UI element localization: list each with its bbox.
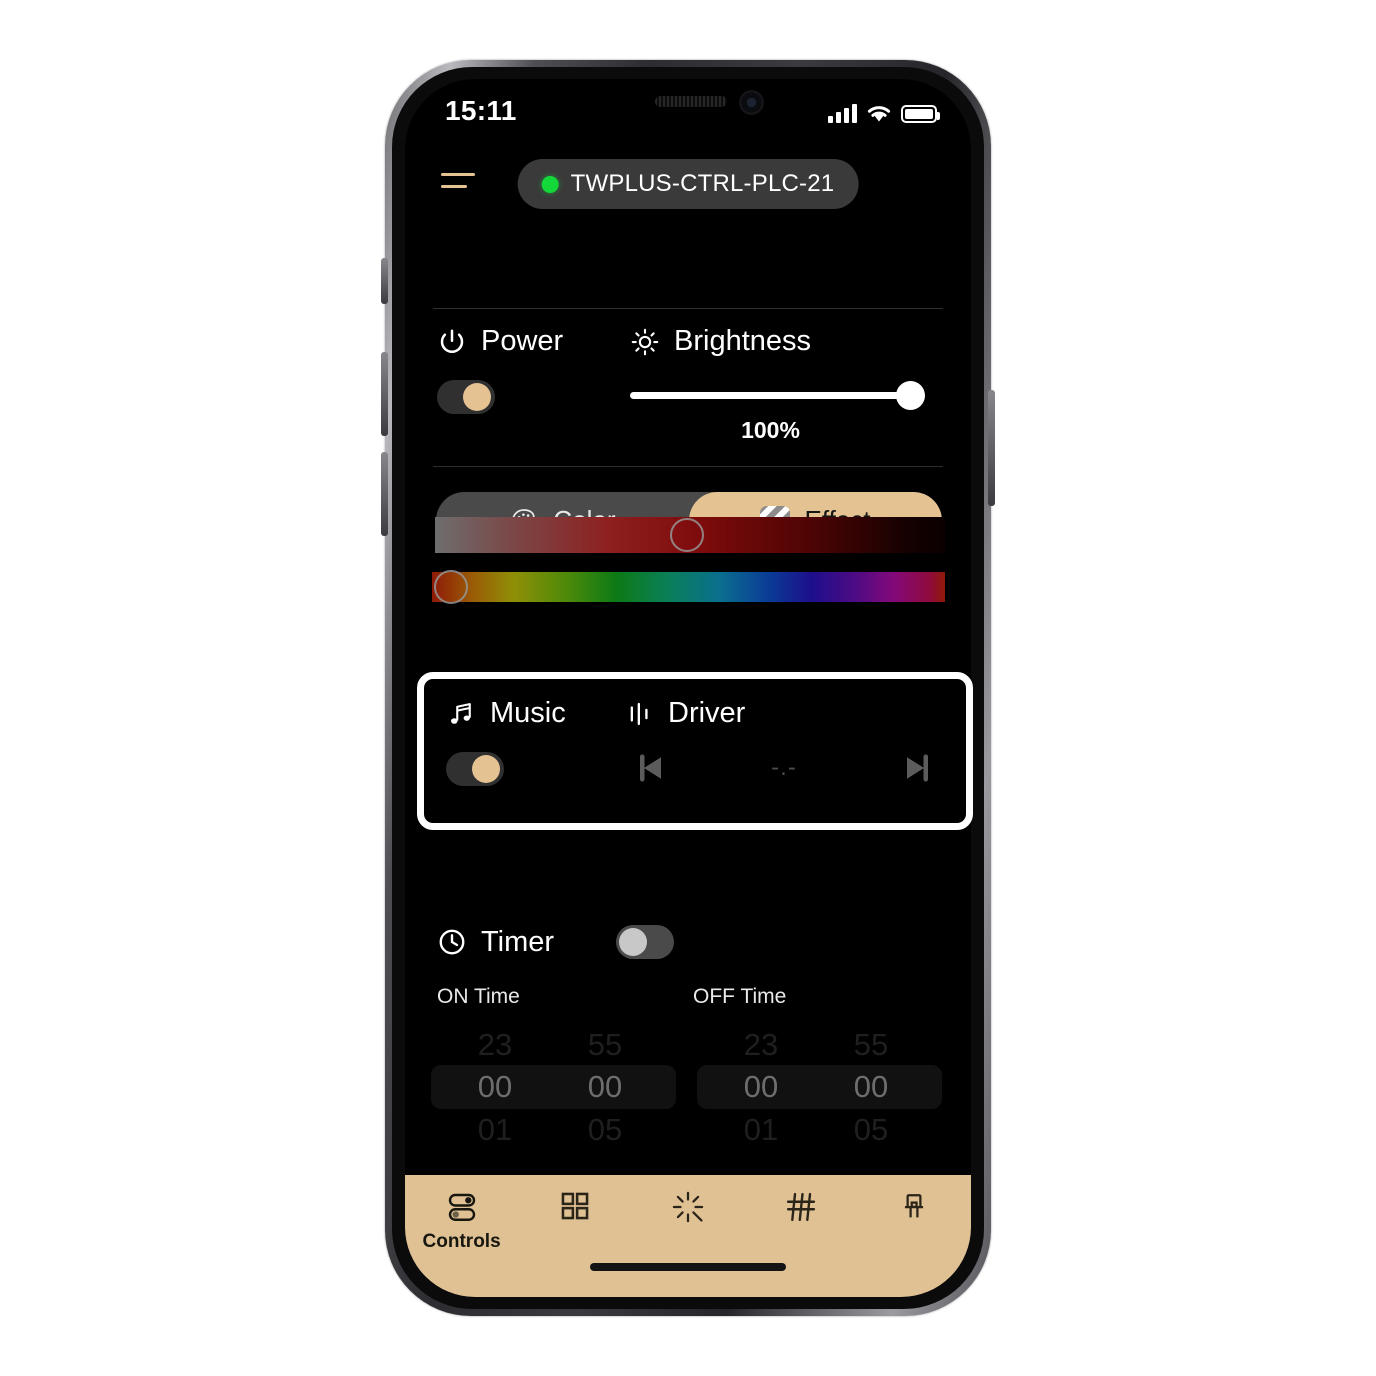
timer-toggle[interactable]: [616, 925, 675, 959]
nav-item-sparkle[interactable]: [631, 1189, 744, 1231]
mesh-grid-icon: [783, 1189, 819, 1225]
volume-up-button[interactable]: [381, 352, 388, 436]
saturation-slider[interactable]: [435, 517, 945, 553]
hue-slider[interactable]: [432, 570, 945, 604]
on-time-hours-wheel[interactable]: 23 00 01: [445, 1024, 545, 1150]
off-minutes-next: 05: [853, 1112, 889, 1147]
power-control: Power: [437, 325, 563, 419]
off-time-minutes-wheel[interactable]: 55 00 05: [821, 1024, 921, 1150]
earpiece-grille: [655, 96, 727, 107]
brightness-label: Brightness: [674, 325, 812, 357]
music-label: Music: [490, 697, 566, 729]
music-label-row: Music: [446, 697, 566, 730]
status-indicators: [828, 99, 940, 123]
hue-slider-handle[interactable]: [434, 570, 468, 604]
bottom-nav: Controls: [405, 1175, 971, 1297]
brightness-control: Brightness 100%: [630, 325, 945, 444]
nav-item-grid[interactable]: [518, 1189, 631, 1229]
screenshot-root: 15:11 TWPLUS-CTRL-PLC-21 Power Brightnes…: [0, 0, 1376, 1376]
device-pill[interactable]: TWPLUS-CTRL-PLC-21: [517, 159, 859, 209]
power-icon: [437, 327, 467, 357]
on-time-picker[interactable]: 23 00 01 55 00 05: [431, 1024, 676, 1147]
sparkle-burst-icon: [670, 1189, 706, 1225]
brightness-value: 100%: [741, 417, 800, 443]
volume-down-button[interactable]: [381, 452, 388, 536]
skip-previous-icon[interactable]: [630, 748, 668, 788]
on-time-minutes-wheel[interactable]: 55 00 05: [555, 1024, 655, 1150]
status-bar: 15:11: [405, 79, 971, 141]
music-note-icon: [446, 699, 476, 729]
off-minutes-prev: 55: [853, 1027, 889, 1062]
sliders-toggles-icon: [444, 1189, 480, 1225]
app-header: TWPLUS-CTRL-PLC-21: [405, 141, 971, 229]
driver-transport: -.-: [626, 748, 950, 788]
led-chip-icon: [897, 1189, 931, 1223]
brightness-label-row: Brightness: [630, 325, 945, 358]
on-minutes-next: 05: [587, 1112, 623, 1147]
clock-icon: [437, 927, 467, 957]
skip-next-icon[interactable]: [900, 748, 938, 788]
connection-status-dot: [541, 175, 559, 193]
home-indicator[interactable]: [590, 1263, 786, 1271]
off-time-picker[interactable]: 23 00 01 55 00 05: [697, 1024, 942, 1147]
nav-item-led[interactable]: [858, 1189, 971, 1229]
saturation-slider-handle[interactable]: [669, 518, 704, 552]
power-toggle[interactable]: [437, 380, 495, 414]
off-hours-next: 01: [743, 1112, 779, 1147]
on-minutes-current: 00: [587, 1069, 623, 1104]
on-minutes-prev: 55: [587, 1027, 623, 1062]
brightness-slider-handle[interactable]: [896, 381, 925, 410]
cellular-bars-icon: [828, 103, 857, 123]
music-control: Music: [446, 697, 566, 791]
front-camera: [739, 90, 764, 115]
time-pickers: 23 00 01 55 00 05 23 00 01 55 00 05: [405, 1024, 971, 1147]
timer-label-row: Timer: [437, 926, 554, 959]
on-hours-prev: 23: [477, 1027, 513, 1062]
device-name: TWPLUS-CTRL-PLC-21: [570, 170, 835, 197]
mute-switch[interactable]: [381, 258, 388, 304]
off-time-hours-wheel[interactable]: 23 00 01: [711, 1024, 811, 1150]
music-toggle[interactable]: [446, 752, 504, 786]
hamburger-menu-icon[interactable]: [441, 173, 475, 197]
driver-label-row: Driver: [626, 697, 950, 730]
driver-label: Driver: [668, 697, 746, 729]
battery-full-icon: [901, 105, 940, 123]
music-driver-panel: Music Driver -.-: [417, 672, 973, 830]
power-label: Power: [481, 325, 564, 357]
nav-item-controls-label: Controls: [422, 1231, 501, 1252]
on-hours-current: 00: [477, 1069, 513, 1104]
nav-item-controls[interactable]: Controls: [405, 1189, 518, 1253]
wifi-icon: [866, 103, 892, 123]
divider-mid: [433, 466, 943, 467]
grid-squares-icon: [558, 1189, 592, 1223]
off-minutes-current: 00: [853, 1069, 889, 1104]
off-hours-prev: 23: [743, 1027, 779, 1062]
status-time: 15:11: [445, 95, 517, 126]
driver-control: Driver -.-: [626, 697, 950, 788]
timer-label: Timer: [481, 925, 555, 958]
on-hours-next: 01: [477, 1112, 513, 1147]
off-hours-current: 00: [743, 1069, 779, 1104]
power-label-row: Power: [437, 325, 563, 358]
power-side-button[interactable]: [988, 390, 995, 506]
driver-value: -.-: [771, 754, 797, 781]
sun-brightness-icon: [630, 327, 660, 357]
audio-bars-icon: [626, 700, 654, 728]
power-brightness-section: Power Brightness 100%: [405, 309, 971, 466]
nav-item-mesh[interactable]: [745, 1189, 858, 1231]
brightness-slider[interactable]: [630, 381, 925, 410]
timer-control: Timer: [437, 925, 675, 959]
